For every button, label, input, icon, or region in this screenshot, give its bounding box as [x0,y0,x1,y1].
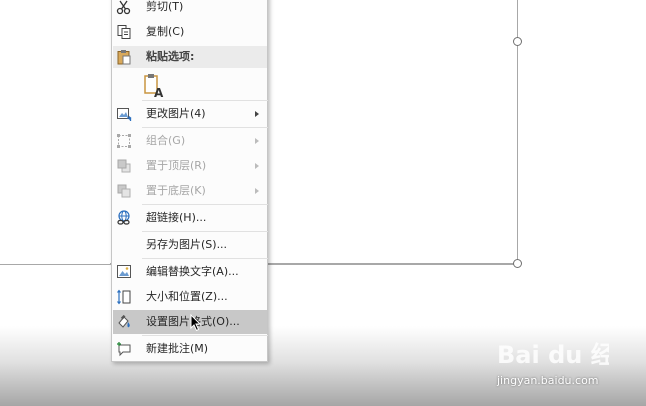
menu-item-bring-to-front: 置于顶层(R) [113,154,267,178]
svg-text:A: A [154,86,164,98]
menu-item-label: 组合(G) [146,134,186,147]
submenu-arrow-icon [255,188,259,194]
send-to-back-icon [117,184,131,198]
menu-item-cut[interactable]: 剪切(T) [113,0,267,19]
submenu-arrow-icon [255,163,259,169]
mouse-pointer-icon [190,314,202,332]
menu-item-hyperlink[interactable]: 超链接(H)... [113,206,267,230]
scissors-icon [116,0,131,15]
menu-separator [142,127,268,128]
change-picture-icon [117,108,132,121]
bring-to-front-icon [117,159,131,173]
menu-item-label: 剪切(T) [146,0,184,13]
menu-item-label: 更改图片(4) [146,107,206,120]
menu-item-label: 另存为图片(S)... [146,238,228,251]
watermark-url: jingyan.baidu.com [497,374,599,387]
hyperlink-icon [117,210,130,225]
menu-separator [142,258,268,259]
menu-separator [142,231,268,232]
menu-separator [142,204,268,205]
format-picture-icon [118,314,130,328]
resize-handle-bottom-right[interactable] [513,259,522,268]
watermark-brand-text: Bai du 经验 [497,341,609,369]
keep-text-only-icon[interactable]: A [142,72,168,98]
submenu-arrow-icon [255,111,259,117]
group-icon [117,134,131,148]
menu-item-change-picture[interactable]: 更改图片(4) [113,102,267,126]
menu-item-label: 大小和位置(Z)... [146,290,228,303]
menu-item-copy[interactable]: 复制(C) [113,20,267,44]
menu-item-label: 置于底层(K) [146,184,206,197]
menu-item-group: 组合(G) [113,129,267,153]
alt-text-icon [117,265,131,278]
menu-item-size-position[interactable]: 大小和位置(Z)... [113,285,267,309]
paste-options-label: 粘贴选项: [146,50,195,63]
paste-options-header: 粘贴选项: [113,46,267,68]
menu-item-new-comment[interactable]: 新建批注(M) [113,337,267,361]
menu-item-save-as-picture[interactable]: 另存为图片(S)... [113,233,267,257]
menu-item-label: 超链接(H)... [146,211,207,224]
menu-item-label: 编辑替换文字(A)... [146,265,239,278]
clipboard-icon [117,50,131,65]
new-comment-icon [117,342,131,357]
menu-item-send-to-back: 置于底层(K) [113,179,267,203]
menu-item-label: 新建批注(M) [146,342,209,355]
resize-handle-right-middle[interactable] [513,37,522,46]
baidu-watermark-logo: Bai du 经验 [497,341,609,369]
menu-separator [142,335,268,336]
size-position-icon [117,289,131,305]
copy-icon [117,25,131,39]
context-menu: 剪切(T) 复制(C) 粘贴选项: A 更改图片(4) 组合(G) 置于顶层(R… [111,0,268,362]
submenu-arrow-icon [255,138,259,144]
menu-item-label: 置于顶层(R) [146,159,207,172]
menu-item-edit-alt-text[interactable]: 编辑替换文字(A)... [113,260,267,284]
menu-separator [142,100,268,101]
menu-item-label: 复制(C) [146,25,185,38]
